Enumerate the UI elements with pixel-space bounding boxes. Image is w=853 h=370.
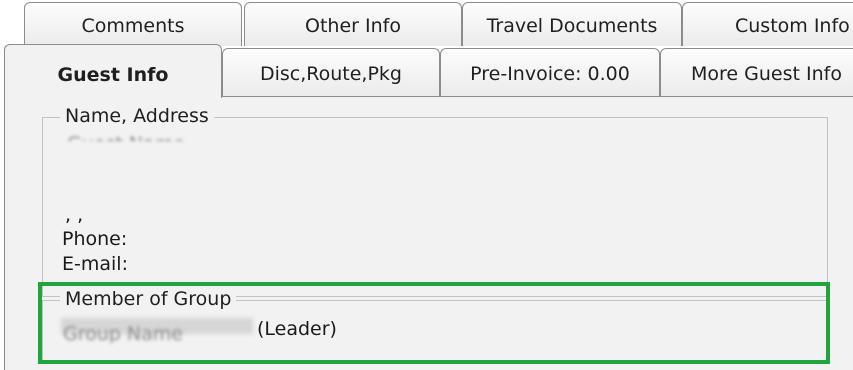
address-line: , , [65,204,84,226]
tab-custom-info[interactable]: Custom Info [682,2,853,46]
name-address-legend: Name, Address [60,105,214,127]
tab-comments-label: Comments [81,15,185,37]
tab-more-guest-info-label: More Guest Info [691,63,842,85]
tab-more-guest-info[interactable]: More Guest Info [660,48,853,96]
tab-guest-info-label: Guest Info [57,64,169,86]
guest-name-obscured: Guest Name [67,133,185,141]
tab-pre-invoice-label: Pre-Invoice: 0.00 [470,63,630,85]
tab-guest-info[interactable]: Guest Info [4,44,222,98]
tab-other-info[interactable]: Other Info [244,2,462,46]
name-address-group [42,117,828,297]
tab-comments[interactable]: Comments [24,2,242,46]
tab-travel-documents-label: Travel Documents [486,15,658,37]
tab-disc-route-pkg-label: Disc,Route,Pkg [259,63,402,85]
guest-info-window: Comments Other Info Travel Documents Cus… [0,0,853,370]
email-label: E-mail: [62,253,128,275]
tab-other-info-label: Other Info [305,15,401,37]
member-of-group-highlight [38,282,830,364]
tab-disc-route-pkg[interactable]: Disc,Route,Pkg [222,48,440,96]
phone-label: Phone: [62,228,128,250]
tab-custom-info-label: Custom Info [735,15,850,37]
tab-travel-documents[interactable]: Travel Documents [462,2,682,46]
tab-pre-invoice[interactable]: Pre-Invoice: 0.00 [440,48,660,96]
